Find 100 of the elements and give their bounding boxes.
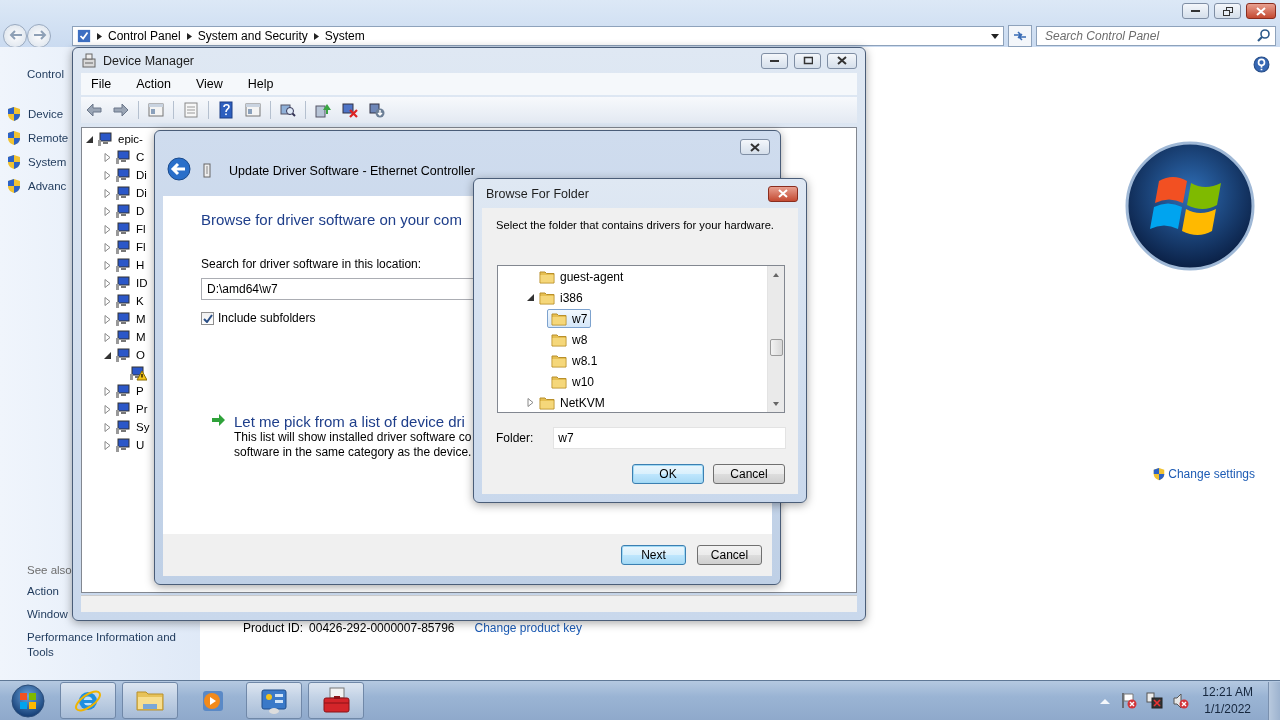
expand-arrow-icon[interactable] [103,152,112,162]
expand-arrow-icon[interactable] [103,296,112,306]
forward-button[interactable] [27,24,51,48]
address-field[interactable]: Control Panel System and Security System [72,26,1004,46]
tree-item[interactable]: Fl [136,223,146,235]
breadcrumb-item[interactable]: Control Panel [108,29,181,43]
expand-arrow-icon[interactable] [103,440,112,450]
sidebar-link[interactable]: Performance Information and Tools [27,630,192,660]
folder-item[interactable]: w10 [547,372,598,391]
expand-arrow-icon[interactable] [526,398,535,407]
close-button[interactable] [827,52,857,69]
show-desktop-button[interactable] [1268,681,1280,720]
expand-arrow-icon[interactable] [103,260,112,270]
menu-item[interactable]: Help [239,77,282,91]
menu-item[interactable]: View [187,77,231,91]
change-product-key-link[interactable]: Change product key [474,621,582,635]
folder-item[interactable]: guest-agent [535,267,628,286]
folder-item[interactable]: i386 [535,288,587,307]
tree-item[interactable]: K [136,295,144,307]
taskbar-button[interactable] [122,682,178,719]
expand-arrow-icon[interactable] [103,278,112,288]
close-button[interactable] [1246,3,1276,19]
chevron-up-icon[interactable] [1099,696,1112,705]
scrollbar-thumb[interactable] [769,339,783,356]
tree-item[interactable]: C [136,151,145,163]
tree-item[interactable]: ID [136,277,148,289]
expand-arrow-icon[interactable] [103,386,112,396]
device-icon [115,347,133,363]
folder-field[interactable]: w7 [553,427,786,449]
maximize-button[interactable] [1214,3,1241,19]
expand-arrow-icon[interactable] [103,224,112,234]
taskbar-button[interactable] [60,682,116,719]
sidebar-link[interactable]: Remote [28,132,69,144]
window-title: Device Manager [103,53,194,68]
sidebar-link[interactable]: Window [27,607,68,622]
tree-item[interactable]: Sy [136,421,150,433]
tree-item[interactable]: Di [136,187,147,199]
tree-item[interactable]: M [136,331,146,343]
menu-item[interactable]: File [83,77,120,91]
dialog-button[interactable]: Cancel [713,464,785,484]
menu-item[interactable]: Action [128,77,179,91]
taskbar-button[interactable] [308,682,364,719]
sidebar-link[interactable]: Control [27,68,65,80]
expand-arrow-icon[interactable] [103,404,112,414]
tree-item[interactable]: Fl [136,241,146,253]
collapse-arrow-icon[interactable] [526,293,535,302]
breadcrumb-item[interactable]: System [324,29,365,43]
dialog-button[interactable]: OK [632,464,704,484]
tree-item[interactable]: O [136,349,145,361]
dialog-title: Update Driver Software - Ethernet Controller [229,163,475,178]
scrollbar[interactable] [767,266,784,412]
tree-item[interactable]: P [136,385,144,397]
option-link[interactable]: Let me pick from a list of device dri [234,413,465,430]
back-button[interactable] [167,157,191,184]
checkbox[interactable] [201,311,214,325]
minimize-button[interactable] [761,52,788,69]
sidebar-link[interactable]: Advanc [28,180,67,192]
sidebar-link[interactable]: Action [27,584,59,599]
sidebar-link[interactable]: Device [28,108,64,120]
help-icon[interactable] [1253,56,1270,73]
expand-arrow-icon[interactable] [103,170,112,180]
folder-item[interactable]: w8 [547,330,592,349]
folder-item[interactable]: w8.1 [547,351,602,370]
change-settings-link[interactable]: Change settings [1152,467,1255,481]
expand-arrow-icon[interactable] [103,314,112,324]
breadcrumb-item[interactable]: System and Security [197,29,308,43]
refresh-button[interactable] [1008,25,1032,47]
tree-item[interactable]: M [136,313,146,325]
dialog-button[interactable]: Cancel [697,545,762,565]
toolbar-button[interactable] [216,100,236,120]
expand-arrow-icon[interactable] [103,242,112,252]
tree-item[interactable]: Di [136,169,147,181]
toolbar-button[interactable] [340,100,360,120]
tree-item[interactable]: H [136,259,145,271]
close-button[interactable] [740,139,770,155]
expand-arrow-icon[interactable] [103,206,112,216]
tree-item[interactable]: D [136,205,145,217]
folder-item[interactable]: w7 [547,309,592,328]
folder-item[interactable]: NetKVM [535,393,609,412]
minimize-button[interactable] [1182,3,1209,19]
flag-icon[interactable] [1120,692,1138,709]
expand-arrow-icon[interactable] [103,332,112,342]
maximize-button[interactable] [794,52,821,69]
collapse-arrow-icon[interactable] [103,350,112,360]
speaker-icon[interactable] [1172,692,1190,709]
sidebar-link[interactable]: System [28,156,67,168]
clock-time[interactable]: 12:21 AM [1202,683,1253,701]
expand-arrow-icon[interactable] [103,188,112,198]
tree-item[interactable]: epic- [118,133,143,145]
collapse-arrow-icon[interactable] [85,134,94,144]
taskbar-button[interactable] [246,682,302,719]
expand-arrow-icon[interactable] [103,422,112,432]
toolbar-button[interactable] [367,100,387,120]
network-icon[interactable] [1146,692,1164,709]
dialog-button[interactable]: Next [621,545,686,565]
close-button[interactable] [768,185,798,202]
search-field[interactable]: Search Control Panel [1036,26,1276,46]
tree-item[interactable]: U [136,439,145,451]
tree-item[interactable]: Pr [136,403,148,415]
clock-date[interactable]: 1/1/2022 [1204,700,1251,718]
